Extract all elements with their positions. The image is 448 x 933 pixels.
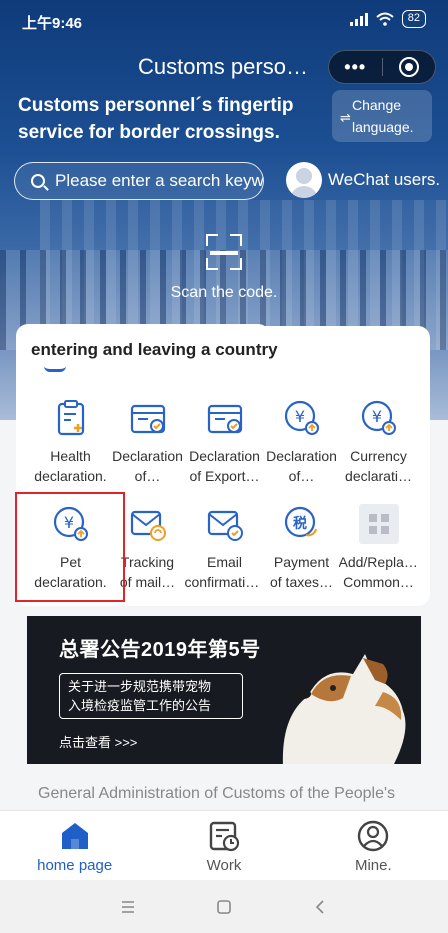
- service-label: Declaration of…: [266, 448, 337, 484]
- service-label: Email confirmation.: [184, 554, 265, 590]
- service-label: Payment of taxes…: [269, 554, 334, 590]
- home-icon: [61, 823, 88, 849]
- square-icon: [217, 899, 231, 914]
- change-language-button[interactable]: ⇌ Change language.: [332, 90, 432, 142]
- service-health-declaration[interactable]: Health declaration.: [32, 398, 109, 486]
- selection-highlight: [15, 492, 125, 602]
- clipboard-plus-icon: [57, 400, 84, 436]
- page-title: Customs perso…: [138, 54, 308, 79]
- close-button[interactable]: [382, 57, 435, 77]
- service-add-replace-common[interactable]: Add/Replace Common…: [338, 504, 419, 592]
- bottom-tab-bar: home page Work Mine.: [0, 810, 448, 880]
- search-icon: [31, 174, 45, 188]
- banner-subtitle-line-1: 关于进一步规范携带宠物: [68, 679, 212, 694]
- slogan-line-2: service for border crossings.: [18, 122, 280, 143]
- tab-work[interactable]: Work: [149, 811, 298, 880]
- tab-home-label: home page: [37, 857, 113, 874]
- more-button[interactable]: •••: [329, 57, 382, 78]
- yuan-coin-icon: ¥: [361, 400, 396, 435]
- service-declaration-export[interactable]: Declaration of Export…: [186, 398, 263, 486]
- service-label: Add/Replace Common…: [338, 554, 419, 590]
- svg-text:税: 税: [293, 515, 307, 532]
- service-declaration-import[interactable]: Declaration of…: [109, 398, 186, 486]
- mail-refresh-icon: [130, 510, 166, 541]
- switch-icon: ⇌: [340, 110, 351, 125]
- banner-view-link[interactable]: 点击查看 >>>: [59, 732, 137, 751]
- banner-subtitle-box: 关于进一步规范携带宠物 入境检疫监管工作的公告: [59, 673, 243, 719]
- banner-subtitle-line-2: 入境检疫监管工作的公告: [68, 698, 212, 713]
- system-navigation-bar: [0, 880, 448, 933]
- svg-text:¥: ¥: [294, 407, 304, 426]
- search-input[interactable]: Please enter a search keyw: [14, 162, 264, 200]
- footer-organization: General Administration of Customs of the…: [38, 785, 396, 802]
- tab-indicator: [44, 366, 66, 372]
- status-icons: 82: [349, 10, 426, 28]
- battery-icon: 82: [401, 10, 426, 28]
- service-declaration-of[interactable]: ¥ Declaration of…: [263, 398, 340, 486]
- mail-check-icon: [207, 510, 243, 541]
- svg-text:¥: ¥: [371, 407, 381, 426]
- scan-code-button[interactable]: Scan the code.: [150, 234, 298, 302]
- tab-work-label: Work: [206, 857, 242, 874]
- service-label: Currency declarati…: [345, 448, 412, 484]
- avatar: [286, 162, 322, 198]
- wifi-icon: [376, 12, 394, 26]
- change-language-line-1: Change: [352, 97, 402, 113]
- service-email-confirmation[interactable]: Email confirmation.: [184, 504, 265, 592]
- tab-home[interactable]: home page: [0, 811, 149, 880]
- service-label: Declaration of Export…: [189, 448, 260, 484]
- home-button[interactable]: [176, 880, 272, 933]
- grid-icon: [358, 504, 399, 544]
- change-language-line-2: language.: [352, 119, 414, 135]
- search-placeholder: Please enter a search keyw: [55, 171, 264, 190]
- status-time: 上午9:46: [22, 15, 83, 32]
- recent-apps-button[interactable]: [80, 880, 176, 933]
- box-check-icon: [130, 404, 165, 434]
- slogan-line-1: Customs personnel´s fingertip: [18, 95, 294, 116]
- status-bar: 上午9:46 82: [0, 0, 448, 40]
- wechat-user-button[interactable]: WeChat users.: [286, 162, 440, 198]
- scan-icon: [206, 234, 242, 270]
- back-chevron-icon: [315, 899, 324, 914]
- back-button[interactable]: [272, 880, 368, 933]
- service-label: Health declaration.: [34, 448, 107, 484]
- scan-label: Scan the code.: [170, 284, 278, 301]
- tab-mine-label: Mine.: [354, 857, 392, 874]
- box-check-icon: [207, 404, 242, 434]
- banner-title: 总署公告2019年第5号: [59, 639, 261, 661]
- yuan-coin-icon: ¥: [284, 400, 319, 435]
- service-label: Declaration of…: [112, 448, 183, 484]
- miniprogram-capsule: •••: [328, 50, 436, 84]
- dog-image: [282, 654, 406, 764]
- tab-mine[interactable]: Mine.: [299, 811, 448, 880]
- close-target-icon: [398, 57, 419, 77]
- tax-icon: 税: [284, 506, 317, 538]
- signal-icon: [349, 12, 368, 26]
- work-icon: [209, 821, 240, 852]
- hero-slogan: Customs personnel´s fingertip service fo…: [18, 92, 318, 146]
- user-icon: [358, 820, 389, 852]
- service-payment-taxes[interactable]: 税 Payment of taxes…: [263, 504, 340, 592]
- announcement-banner[interactable]: 总署公告2019年第5号 关于进一步规范携带宠物 入境检疫监管工作的公告 点击查…: [27, 616, 421, 764]
- wechat-user-label: WeChat users.: [328, 170, 441, 189]
- service-currency-declaration[interactable]: ¥ Currency declarati…: [340, 398, 417, 486]
- menu-icon: [122, 900, 134, 913]
- section-tab-label: entering and leaving a country: [31, 340, 278, 359]
